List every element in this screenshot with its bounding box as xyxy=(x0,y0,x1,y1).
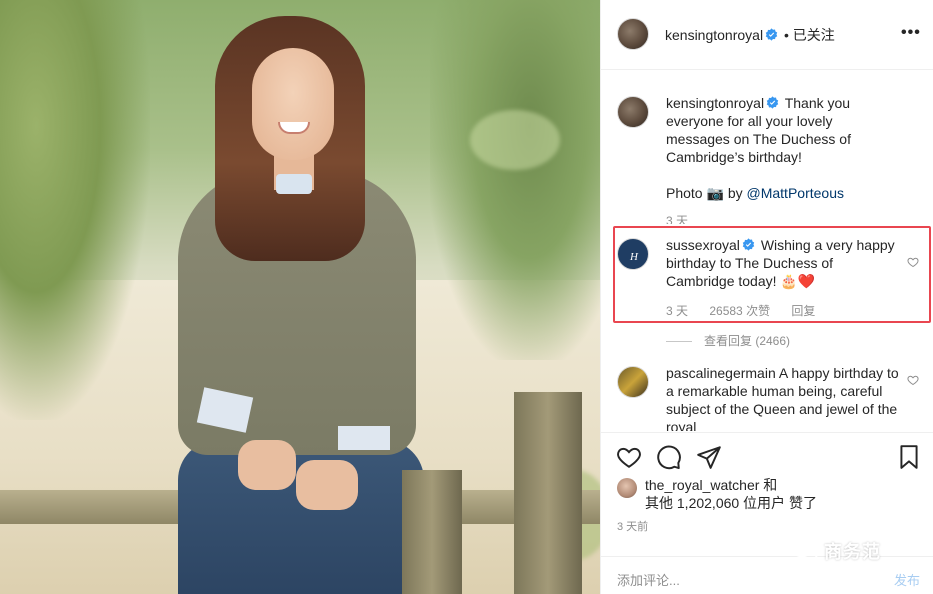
likes-suffix: 和 xyxy=(763,477,778,493)
header-account: kensingtonroyal • 已关注 xyxy=(665,25,835,45)
post-actions: the_royal_watcher 和 其他 1,202,060 位用户 赞了 … xyxy=(601,432,933,594)
person-hand xyxy=(238,440,296,490)
avatar[interactable] xyxy=(617,18,649,50)
bokeh-leaf xyxy=(470,110,560,170)
camera-icon: 📷 xyxy=(706,185,724,201)
likes-text: the_royal_watcher 和 其他 1,202,060 位用户 赞了 xyxy=(645,476,817,512)
bookmark-icon[interactable] xyxy=(896,444,922,470)
caption-text-block: kensingtonroyal Thank you everyone for a… xyxy=(666,94,899,224)
fence-post xyxy=(402,470,462,594)
highlight-box xyxy=(613,226,931,323)
replies-divider xyxy=(666,341,692,343)
wechat-logo-icon xyxy=(792,540,818,561)
verified-badge-icon xyxy=(766,96,779,109)
header-username[interactable]: kensingtonroyal xyxy=(665,27,763,43)
view-replies-label: 查看回复 (2466) xyxy=(704,334,791,348)
header-separator: • xyxy=(783,27,789,43)
follow-status[interactable]: 已关注 xyxy=(793,27,835,43)
post-photo[interactable] xyxy=(0,0,600,594)
person-hand xyxy=(296,460,358,510)
like-heart-icon[interactable] xyxy=(616,444,642,470)
view-replies-button[interactable]: 查看回复 (2466) xyxy=(666,332,899,350)
caption-photo-by: by xyxy=(727,185,743,201)
comment-username[interactable]: pascalinegermain xyxy=(666,365,776,381)
shirt-cuff xyxy=(338,426,390,450)
post-header: kensingtonroyal • 已关注 ••• xyxy=(601,0,933,70)
avatar[interactable] xyxy=(617,96,649,128)
share-send-icon[interactable] xyxy=(696,444,722,470)
avatar[interactable] xyxy=(617,478,637,498)
like-comment-heart-icon[interactable] xyxy=(907,374,919,386)
likes-username[interactable]: the_royal_watcher xyxy=(645,477,759,493)
post-comment-button[interactable]: 发布 xyxy=(894,570,920,589)
more-options-icon[interactable]: ••• xyxy=(901,24,921,42)
likes-count[interactable]: 其他 1,202,060 位用户 赞了 xyxy=(645,495,817,511)
post-time: 3 天前 xyxy=(617,521,649,533)
caption-photo-prefix: Photo xyxy=(666,185,703,201)
person-jeans xyxy=(178,440,424,594)
person-face xyxy=(252,48,334,160)
fence-post xyxy=(514,392,582,594)
verified-badge-icon xyxy=(765,28,778,41)
tree-left xyxy=(0,0,150,420)
watermark-text: 商务范 xyxy=(824,542,881,562)
watermark: 商务范 xyxy=(792,538,881,564)
add-comment-bar: 添加评论... 发布 xyxy=(601,556,933,594)
avatar[interactable] xyxy=(617,366,649,398)
shirt-collar xyxy=(276,174,312,194)
comment-bubble-icon[interactable] xyxy=(656,444,682,470)
tree-right xyxy=(430,0,600,360)
comment-text-block: pascalinegermain A happy birthday to a r… xyxy=(666,364,899,431)
comment-item: pascalinegermain A happy birthday to a r… xyxy=(617,364,919,431)
caption: kensingtonroyal Thank you everyone for a… xyxy=(617,94,917,224)
photographer-mention-link[interactable]: @MattPorteous xyxy=(747,185,844,201)
caption-username[interactable]: kensingtonroyal xyxy=(666,95,764,111)
caption-time: 3 天 xyxy=(666,214,689,224)
add-comment-input[interactable]: 添加评论... xyxy=(617,570,680,589)
post-sidebar: kensingtonroyal • 已关注 ••• kensingtonroya… xyxy=(600,0,933,594)
